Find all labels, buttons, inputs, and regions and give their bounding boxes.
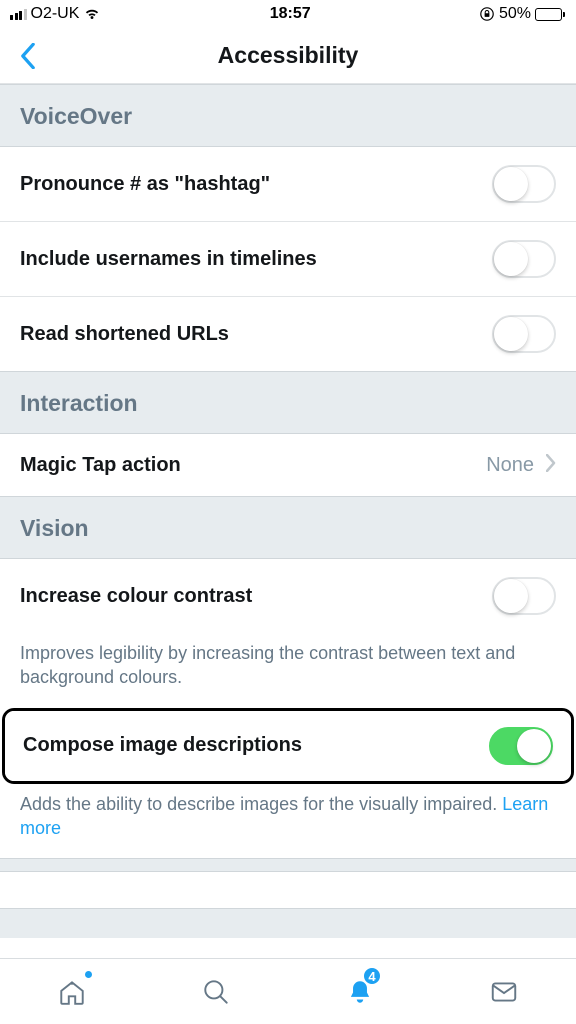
- search-icon: [201, 977, 231, 1007]
- highlighted-compose-row: Compose image descriptions: [2, 708, 574, 784]
- chevron-left-icon: [20, 43, 36, 69]
- desc-compose: Adds the ability to describe images for …: [0, 784, 576, 859]
- desc-increase-contrast: Improves legibility by increasing the co…: [0, 633, 576, 708]
- orientation-lock-icon: [479, 6, 495, 22]
- page-title: Accessibility: [0, 42, 576, 69]
- row-label: Include usernames in timelines: [20, 248, 492, 271]
- row-increase-contrast[interactable]: Increase colour contrast: [0, 559, 576, 633]
- status-right: 50%: [479, 5, 562, 23]
- tab-bar: 4: [0, 958, 576, 1024]
- chevron-right-icon: [546, 454, 556, 477]
- row-read-shortened-urls[interactable]: Read shortened URLs: [0, 296, 576, 371]
- status-bar: O2-UK 18:57 50%: [0, 0, 576, 28]
- home-icon: [57, 977, 87, 1007]
- tab-search[interactable]: [144, 959, 288, 1024]
- battery-percent: 50%: [499, 5, 531, 23]
- desc-text: Improves legibility by increasing the co…: [20, 641, 556, 690]
- status-time: 18:57: [270, 5, 311, 23]
- row-include-usernames[interactable]: Include usernames in timelines: [0, 221, 576, 296]
- wifi-icon: [83, 7, 101, 21]
- toggle-include-usernames[interactable]: [492, 240, 556, 278]
- cellular-signal-icon: [10, 8, 27, 20]
- envelope-icon: [489, 977, 519, 1007]
- toggle-increase-contrast[interactable]: [492, 577, 556, 615]
- tab-notifications[interactable]: 4: [288, 959, 432, 1024]
- toggle-compose-image-descriptions[interactable]: [489, 727, 553, 765]
- row-value: None: [486, 454, 534, 477]
- tab-home[interactable]: [0, 959, 144, 1024]
- desc-text: Adds the ability to describe images for …: [20, 792, 556, 841]
- carrier-label: O2-UK: [31, 5, 80, 23]
- section-gap: [0, 858, 576, 872]
- notifications-badge: 4: [362, 966, 382, 986]
- row-compose-image-descriptions[interactable]: Compose image descriptions: [5, 711, 571, 781]
- row-label: Increase colour contrast: [20, 585, 492, 608]
- row-label: Compose image descriptions: [23, 734, 489, 757]
- tab-messages[interactable]: [432, 959, 576, 1024]
- row-magic-tap[interactable]: Magic Tap action None: [0, 434, 576, 496]
- section-header-motion-peek: [0, 908, 576, 938]
- section-header-interaction: Interaction: [0, 371, 576, 434]
- home-activity-dot-icon: [85, 971, 92, 978]
- toggle-shortened-urls[interactable]: [492, 315, 556, 353]
- back-button[interactable]: [0, 28, 56, 84]
- status-left: O2-UK: [10, 5, 101, 23]
- battery-icon: [535, 8, 562, 21]
- row-pronounce-hashtag[interactable]: Pronounce # as "hashtag": [0, 147, 576, 221]
- section-header-vision: Vision: [0, 496, 576, 559]
- blank-row: [0, 872, 576, 908]
- row-label: Read shortened URLs: [20, 323, 492, 346]
- section-header-voiceover: VoiceOver: [0, 84, 576, 147]
- row-label: Magic Tap action: [20, 454, 486, 477]
- toggle-pronounce-hashtag[interactable]: [492, 165, 556, 203]
- desc-body: Adds the ability to describe images for …: [20, 794, 502, 814]
- row-label: Pronounce # as "hashtag": [20, 173, 492, 196]
- nav-bar: Accessibility: [0, 28, 576, 84]
- content: VoiceOver Pronounce # as "hashtag" Inclu…: [0, 84, 576, 958]
